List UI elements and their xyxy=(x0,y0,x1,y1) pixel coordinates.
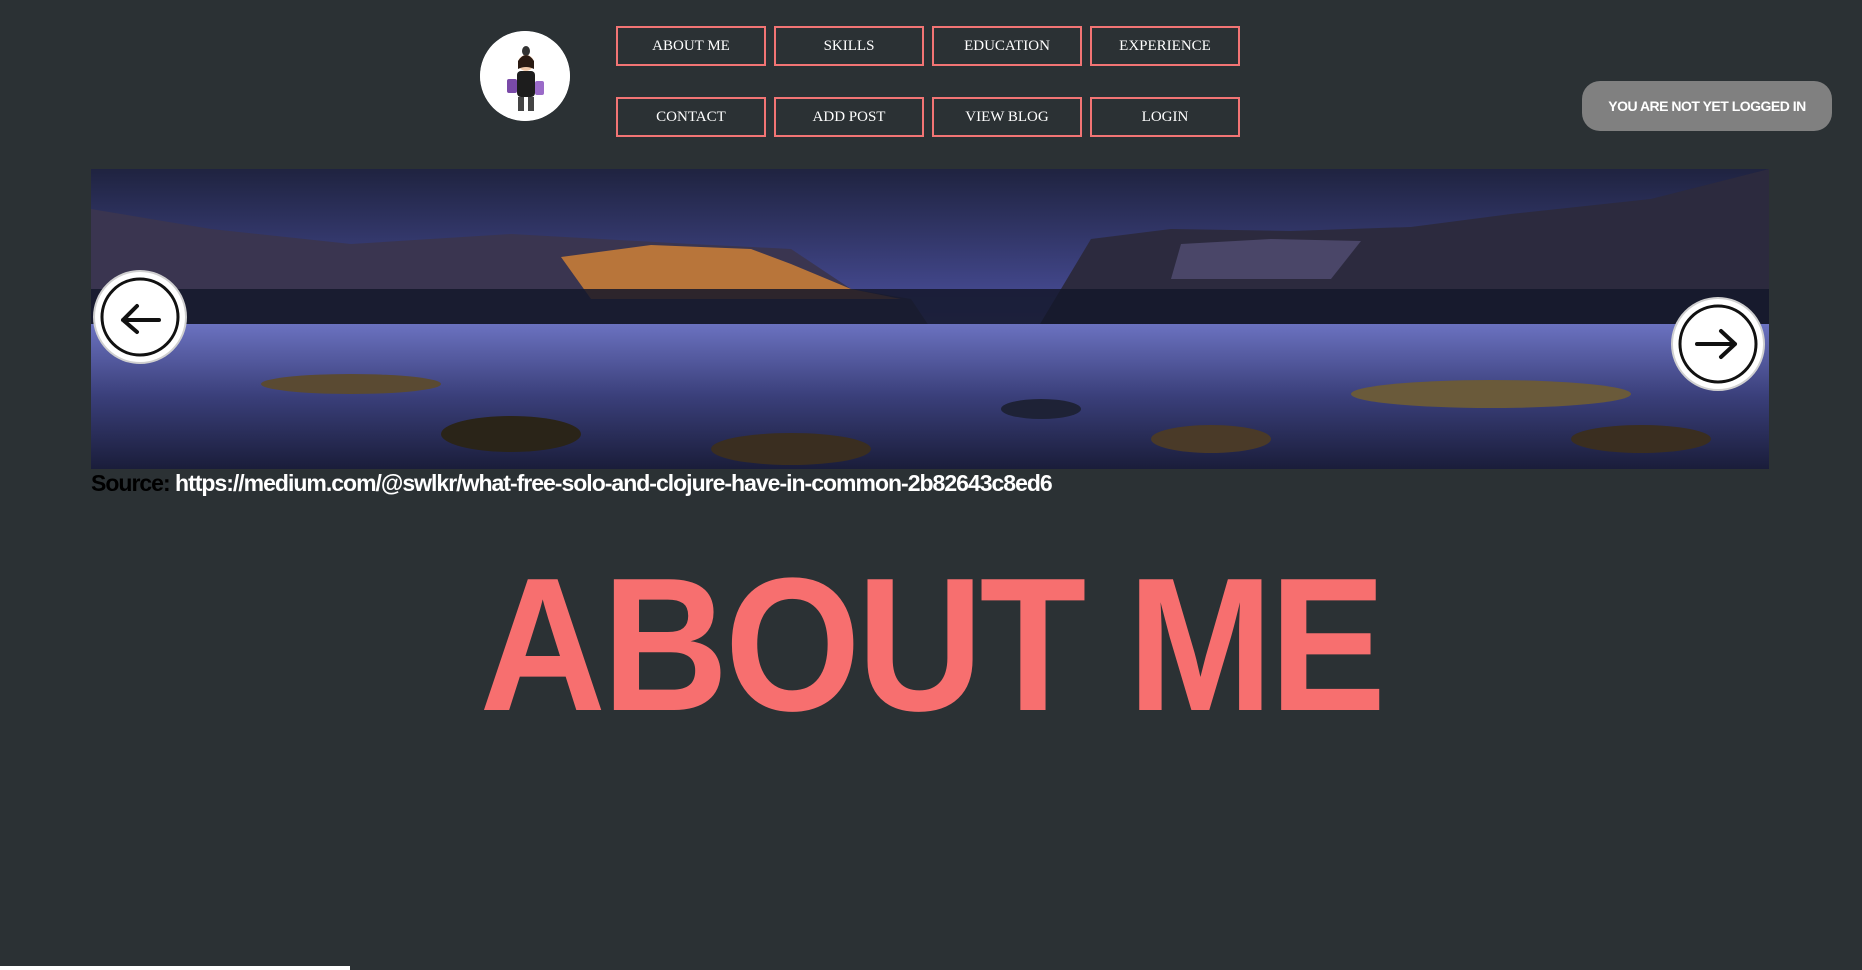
image-source: Source: https://medium.com/@swlkr/what-f… xyxy=(91,470,1053,497)
main-nav: ABOUT ME SKILLS EDUCATION EXPERIENCE CON… xyxy=(616,26,1246,142)
avatar xyxy=(480,31,570,121)
image-slider xyxy=(91,169,1769,469)
nav-experience-button[interactable]: EXPERIENCE xyxy=(1090,26,1240,66)
nav-view-blog-button[interactable]: VIEW BLOG xyxy=(932,97,1082,137)
nav-add-post-button[interactable]: ADD POST xyxy=(774,97,924,137)
login-status-badge: YOU ARE NOT YET LOGGED IN xyxy=(1582,81,1832,131)
slider-image xyxy=(91,169,1769,469)
nav-skills-button[interactable]: SKILLS xyxy=(774,26,924,66)
slider-next-button[interactable] xyxy=(1671,297,1765,391)
bottom-divider xyxy=(0,966,350,970)
source-label: Source: xyxy=(91,470,171,496)
page-title: ABOUT ME xyxy=(479,539,1386,751)
nav-contact-button[interactable]: CONTACT xyxy=(616,97,766,137)
nav-about-me-button[interactable]: ABOUT ME xyxy=(616,26,766,66)
nav-login-button[interactable]: LOGIN xyxy=(1090,97,1240,137)
slider-prev-button[interactable] xyxy=(93,270,187,364)
arrow-left-icon xyxy=(100,277,180,357)
nav-education-button[interactable]: EDUCATION xyxy=(932,26,1082,66)
source-link[interactable]: https://medium.com/@swlkr/what-free-solo… xyxy=(175,470,1053,496)
arrow-right-icon xyxy=(1678,304,1758,384)
